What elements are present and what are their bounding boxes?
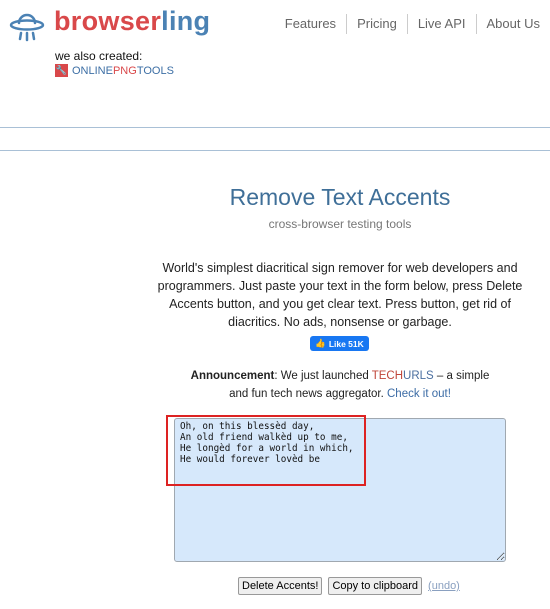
action-bar: Delete Accents! Copy to clipboard (undo) (238, 577, 460, 595)
nav-live-api[interactable]: Live API (406, 14, 476, 34)
also-created-label: we also created: (55, 49, 143, 63)
brand-logo[interactable]: browserling (54, 6, 210, 37)
text-input[interactable]: Oh, on this blessèd day, An old friend w… (174, 418, 506, 562)
ufo-logo-icon (9, 13, 45, 42)
facebook-like-button[interactable]: 👍 Like 51K (310, 336, 369, 351)
page-subtitle: cross-browser testing tools (268, 217, 412, 231)
undo-link[interactable]: (undo) (428, 580, 460, 592)
wrench-icon: 🔧 (55, 64, 68, 77)
nav-pricing[interactable]: Pricing (346, 14, 407, 34)
copy-to-clipboard-button[interactable]: Copy to clipboard (328, 577, 423, 595)
onlinepngtools-link[interactable]: 🔧 ONLINEPNGTOOLS (55, 64, 174, 77)
top-nav: Features Pricing Live API About Us (275, 14, 550, 34)
check-it-out-link[interactable]: Check it out! (387, 388, 451, 400)
divider (0, 150, 550, 151)
page-title: Remove Text Accents (229, 184, 451, 210)
delete-accents-button[interactable]: Delete Accents! (238, 577, 323, 595)
partner-name: ONLINEPNGTOOLS (72, 64, 174, 77)
nav-features[interactable]: Features (275, 14, 346, 34)
announcement: Announcement: We just launched TECHURLS … (190, 370, 490, 400)
description: World's simplest diacritical sign remove… (157, 261, 523, 329)
nav-about-us[interactable]: About Us (475, 14, 550, 34)
thumbs-up-icon: 👍 (315, 338, 326, 348)
divider (0, 127, 550, 128)
